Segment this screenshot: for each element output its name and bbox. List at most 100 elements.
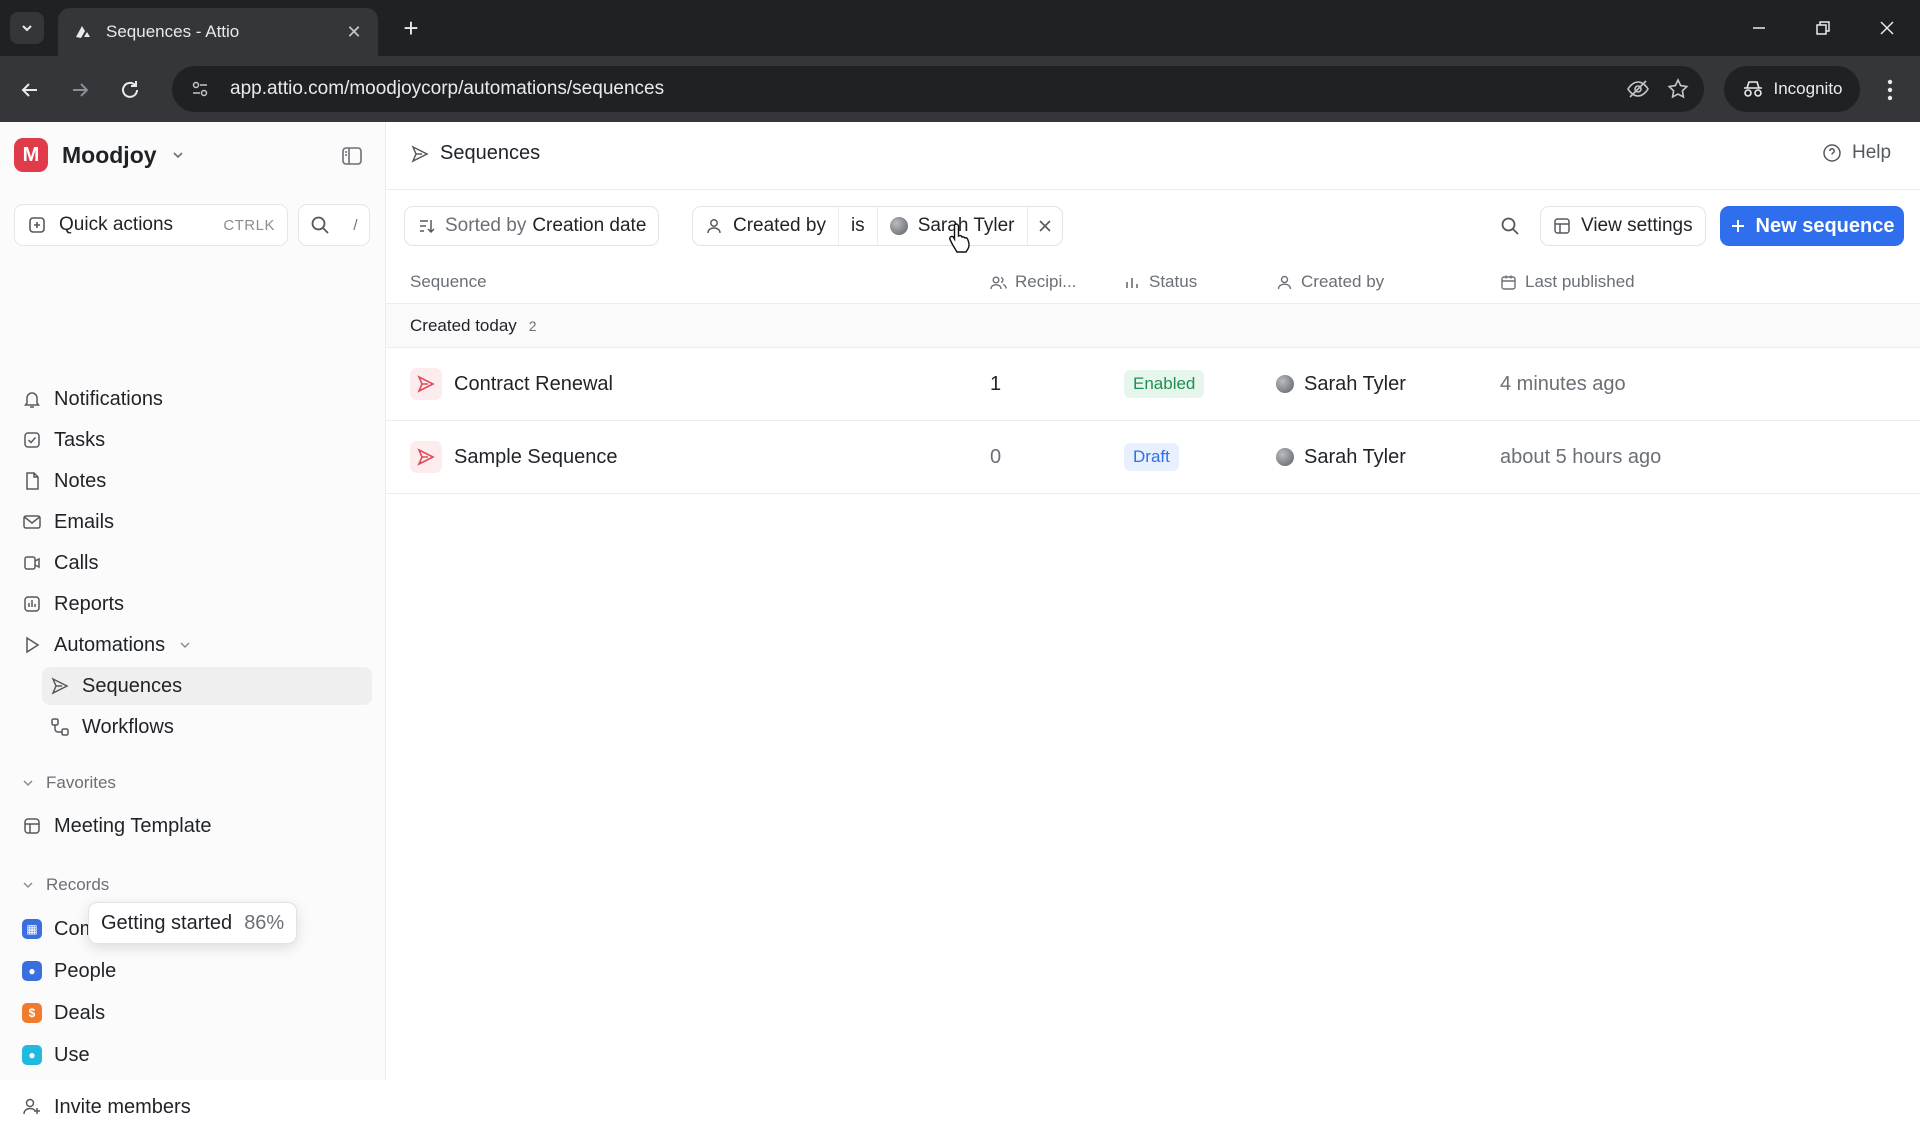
send-icon (410, 368, 442, 400)
sidebar-item-label: People (54, 959, 117, 982)
column-header-recipients[interactable]: Recipi... (990, 272, 1076, 292)
table-icon (1554, 218, 1570, 234)
deals-icon: $ (22, 1003, 42, 1023)
workspace-switcher[interactable]: M Moodjoy (14, 136, 185, 174)
quick-actions-button[interactable]: Quick actions CTRLK (14, 204, 288, 246)
browser-toolbar: app.attio.com/moodjoycorp/automations/se… (0, 56, 1920, 122)
add-user-icon (22, 1097, 42, 1117)
status-badge: Draft (1124, 443, 1179, 471)
records-section-toggle[interactable]: Records (22, 870, 109, 900)
help-button[interactable]: Help (1822, 142, 1891, 164)
workspace-name: Moodjoy (62, 141, 157, 168)
invite-members-button[interactable]: Invite members (14, 1088, 372, 1126)
sidebar-item-emails[interactable]: Emails (14, 503, 372, 541)
app-root: M Moodjoy Quick actions CTRLK / Notifica… (0, 122, 1920, 1118)
browser-tab[interactable]: Sequences - Attio ✕ (58, 8, 378, 56)
group-header-created-today[interactable]: Created today 2 (386, 304, 1920, 348)
star-icon[interactable] (1658, 69, 1698, 109)
chevron-down-icon (23, 780, 33, 787)
getting-started-label: Getting started (101, 911, 233, 934)
sidebar-item-people[interactable]: ● People (14, 952, 372, 990)
sidebar: M Moodjoy Quick actions CTRLK / Notifica… (0, 122, 386, 1118)
table-row[interactable]: Sample Sequence 0 Draft Sarah Tyler abou… (386, 421, 1920, 494)
site-info-icon[interactable] (180, 79, 220, 99)
send-icon (50, 676, 70, 696)
person-icon (707, 219, 721, 234)
mouse-cursor-icon (949, 223, 970, 253)
column-header-sequence[interactable]: Sequence (410, 272, 487, 292)
bell-icon (22, 389, 42, 409)
sequence-name-cell[interactable]: Contract Renewal (410, 348, 613, 420)
sidebar-item-notifications[interactable]: Notifications (14, 380, 372, 418)
view-settings-button[interactable]: View settings (1540, 206, 1706, 246)
favorites-section-toggle[interactable]: Favorites (22, 768, 116, 798)
new-sequence-label: New sequence (1755, 214, 1895, 237)
sequence-name-cell[interactable]: Sample Sequence (410, 421, 617, 493)
sidebar-item-meeting-template[interactable]: Meeting Template (14, 807, 372, 845)
sidebar-item-tasks[interactable]: Tasks (14, 421, 372, 459)
attio-favicon-icon (72, 21, 94, 43)
sidebar-item-label: Calls (54, 551, 99, 574)
back-arrow-icon[interactable] (12, 72, 48, 108)
minimize-icon[interactable] (1736, 10, 1782, 46)
chevron-down-icon (180, 642, 190, 649)
user-icon: ● (22, 1045, 42, 1065)
getting-started-popover[interactable]: Getting started 86% (88, 902, 298, 944)
sidebar-item-reports[interactable]: Reports (14, 585, 372, 623)
sidebar-item-deals[interactable]: $ Deals (14, 994, 372, 1032)
eye-off-icon[interactable] (1618, 69, 1658, 109)
reload-icon[interactable] (112, 72, 148, 108)
table-search-button[interactable] (1490, 206, 1530, 246)
sort-chip[interactable]: Sorted by Creation date (404, 206, 660, 246)
sidebar-item-notes[interactable]: Notes (14, 462, 372, 500)
restore-icon[interactable] (1800, 10, 1846, 46)
filter-bar: Sorted by Creation date Created by is Sa… (386, 190, 1920, 260)
breadcrumb: Sequences (410, 142, 540, 165)
column-header-status[interactable]: Status (1124, 272, 1197, 292)
sidebar-item-label: Deals (54, 1001, 106, 1024)
companies-icon: ▦ (22, 919, 42, 939)
person-icon: ● (22, 961, 42, 981)
sidebar-item-workflows[interactable]: Workflows (42, 708, 372, 746)
sidebar-item-label: Workflows (82, 715, 174, 738)
remove-filter-button[interactable] (1028, 207, 1062, 245)
address-bar[interactable]: app.attio.com/moodjoycorp/automations/se… (172, 66, 1704, 112)
created-by-filter[interactable]: Created by is Sarah Tyler (692, 206, 1063, 246)
filter-attribute[interactable]: Created by (693, 207, 839, 245)
incognito-badge[interactable]: Incognito (1724, 66, 1860, 112)
sidebar-item-label: Notifications (54, 387, 163, 410)
sidebar-item-automations[interactable]: Automations (14, 626, 372, 664)
filter-operator[interactable]: is (839, 207, 878, 245)
note-icon (22, 471, 42, 491)
sidebar-item-users[interactable]: ● Use (14, 1036, 372, 1074)
plus-icon (1731, 220, 1744, 232)
sidebar-item-calls[interactable]: Calls (14, 544, 372, 582)
search-icon (1501, 217, 1519, 235)
sidebar-item-label: Tasks (54, 428, 106, 451)
sidebar-item-label: Emails (54, 510, 115, 533)
forward-arrow-icon[interactable] (62, 72, 98, 108)
chevron-down-icon (23, 882, 33, 889)
status-cell[interactable]: Draft (1124, 421, 1179, 493)
view-settings-label: View settings (1581, 215, 1693, 236)
tab-search-button[interactable] (10, 12, 44, 44)
created-by-cell: Sarah Tyler (1276, 421, 1406, 493)
send-icon (410, 441, 442, 473)
status-icon (1126, 277, 1138, 288)
sidebar-item-label: Reports (54, 592, 125, 615)
column-header-last-published[interactable]: Last published (1500, 272, 1635, 292)
sidebar-search-button[interactable]: / (298, 204, 370, 246)
incognito-icon (1743, 81, 1762, 97)
new-sequence-button[interactable]: New sequence (1720, 206, 1904, 246)
sidebar-toggle-icon[interactable] (338, 142, 366, 170)
status-cell[interactable]: Enabled (1124, 348, 1205, 420)
url-text[interactable]: app.attio.com/moodjoycorp/automations/se… (220, 78, 1618, 100)
close-tab-icon[interactable]: ✕ (344, 22, 364, 42)
close-window-icon[interactable] (1864, 10, 1910, 46)
sidebar-item-sequences[interactable]: Sequences (42, 667, 372, 705)
table-row[interactable]: Contract Renewal 1 Enabled Sarah Tyler 4… (386, 348, 1920, 421)
avatar (1276, 448, 1294, 466)
column-header-created-by[interactable]: Created by (1276, 272, 1384, 292)
new-tab-button[interactable]: + (394, 14, 428, 44)
kebab-menu-icon[interactable] (1872, 72, 1908, 108)
